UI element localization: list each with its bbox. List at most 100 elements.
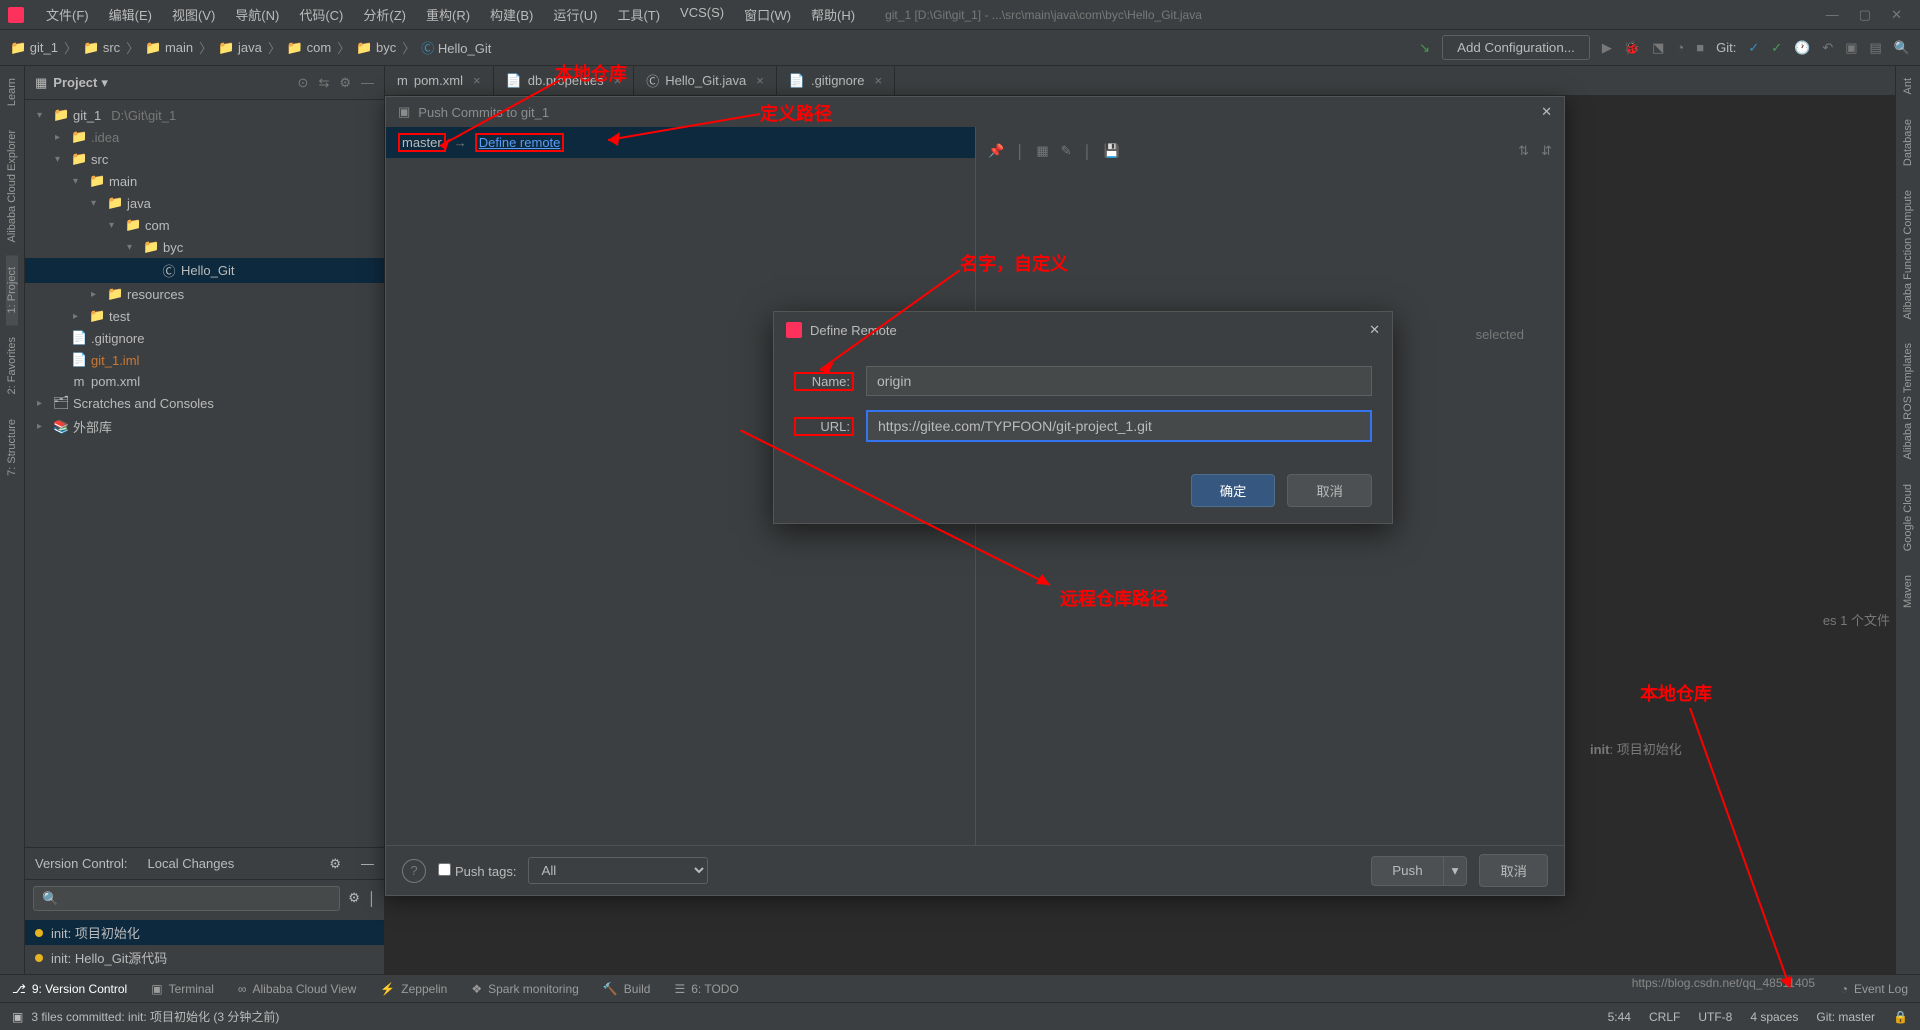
push-close-icon[interactable]: ✕	[1541, 104, 1552, 120]
bottom-tool-button[interactable]: ⎇9: Version Control	[12, 982, 127, 996]
gutter-tab[interactable]: Ant	[1902, 66, 1914, 107]
define-remote-link[interactable]: Define remote	[479, 135, 561, 150]
gutter-tab[interactable]: Database	[1902, 107, 1914, 178]
menu-item[interactable]: 运行(U)	[543, 1, 607, 28]
project-arrow-icon[interactable]: ▦	[35, 75, 47, 91]
push-dropdown-button[interactable]: ▾	[1443, 856, 1468, 886]
menu-item[interactable]: 分析(Z)	[353, 1, 416, 28]
push-tags-checkbox-label[interactable]: Push tags:	[438, 863, 516, 879]
status-item[interactable]: 5:44	[1608, 1010, 1631, 1024]
breadcrumb-item[interactable]: 📁 com	[287, 40, 331, 56]
define-close-icon[interactable]: ✕	[1369, 322, 1380, 338]
push-tags-checkbox[interactable]	[438, 863, 451, 876]
breadcrumb-item[interactable]: 📁 src	[83, 40, 120, 56]
vc-gear-icon[interactable]: ⚙	[329, 856, 341, 872]
tree-item[interactable]: ▾📁byc	[25, 236, 384, 258]
tree-item[interactable]: ▸📁test	[25, 305, 384, 327]
push-button[interactable]: Push	[1371, 856, 1442, 886]
tree-item[interactable]: ▸📚外部库	[25, 414, 384, 439]
breadcrumb-item[interactable]: 📁 java	[218, 40, 262, 56]
rollback-icon[interactable]: ↶	[1822, 40, 1833, 56]
coverage-icon[interactable]: ⬔	[1652, 40, 1664, 56]
pin-icon[interactable]: 📌	[988, 143, 1004, 159]
bottom-tool-button[interactable]: ⚡Zeppelin	[380, 982, 447, 996]
gear-icon[interactable]: ⚙	[339, 75, 351, 91]
profiler-icon[interactable]: ◔	[1676, 40, 1684, 55]
editor-tab[interactable]: 📄db.properties×	[494, 66, 635, 95]
cancel-button[interactable]: 取消	[1287, 474, 1372, 507]
gutter-tab[interactable]: 7: Structure	[6, 407, 18, 488]
tree-item[interactable]: ▾📁main	[25, 170, 384, 192]
dropdown-icon[interactable]: ▾	[101, 75, 108, 91]
help-icon[interactable]: ?	[402, 859, 426, 883]
avatar-icon[interactable]: ▣	[1845, 40, 1857, 56]
minimize-icon[interactable]: —	[1826, 7, 1839, 23]
menu-item[interactable]: 导航(N)	[225, 1, 289, 28]
breadcrumb-item[interactable]: 📁 byc	[356, 40, 396, 56]
git-update-icon[interactable]: ✓	[1748, 40, 1759, 56]
status-item[interactable]: 4 spaces	[1750, 1010, 1798, 1024]
stop-icon[interactable]: ■	[1696, 40, 1704, 55]
gutter-tab[interactable]: Google Cloud	[1902, 472, 1914, 563]
hide-icon[interactable]: —	[361, 75, 374, 91]
maximize-icon[interactable]: ▢	[1859, 7, 1871, 23]
tree-item[interactable]: ▾📁src	[25, 148, 384, 170]
editor-tab[interactable]: 📄.gitignore×	[777, 66, 895, 95]
tree-item[interactable]: ▾📁git_1D:\Git\git_1	[25, 104, 384, 126]
breadcrumb-item[interactable]: 📁 git_1	[10, 40, 58, 56]
git-commit-icon[interactable]: ✓	[1771, 40, 1782, 56]
bottom-tool-button[interactable]: 🔨Build	[603, 982, 651, 996]
status-item[interactable]: Git: master	[1816, 1010, 1875, 1024]
vc-commit-item[interactable]: init: Hello_Git源代码	[25, 945, 384, 970]
edit-icon[interactable]: ✎	[1061, 143, 1072, 159]
debug-icon[interactable]: 🐞	[1624, 40, 1640, 56]
vc-filter-icon[interactable]: ⚙	[348, 890, 360, 906]
tree-item[interactable]: ▾📁java	[25, 192, 384, 214]
url-input[interactable]	[866, 410, 1372, 442]
status-item[interactable]: UTF-8	[1698, 1010, 1732, 1024]
tree-item[interactable]: 📄git_1.iml	[25, 349, 384, 371]
bottom-tool-button[interactable]: ∞Alibaba Cloud View	[238, 982, 356, 996]
lock-icon[interactable]: 🔒	[1893, 1010, 1908, 1024]
tree-item[interactable]: ▸🗂Scratches and Consoles	[25, 392, 384, 414]
menu-item[interactable]: 帮助(H)	[801, 1, 865, 28]
gutter-tab[interactable]: Learn	[6, 66, 18, 118]
menu-item[interactable]: 代码(C)	[289, 1, 353, 28]
gutter-tab[interactable]: Maven	[1902, 563, 1914, 620]
gutter-tab[interactable]: Alibaba Function Compute	[1902, 178, 1914, 332]
status-item[interactable]: CRLF	[1649, 1010, 1680, 1024]
bottom-tool-button[interactable]: ▣Terminal	[151, 982, 214, 996]
close-icon[interactable]: ✕	[1891, 7, 1902, 23]
target-icon[interactable]: ⊙	[298, 75, 309, 91]
gutter-tab[interactable]: 2: Favorites	[6, 325, 18, 406]
gutter-tab[interactable]: Alibaba Cloud Explorer	[6, 118, 18, 255]
menu-item[interactable]: 工具(T)	[607, 1, 670, 28]
tree-item[interactable]: ▸📁.idea	[25, 126, 384, 148]
ok-button[interactable]: 确定	[1191, 474, 1276, 507]
name-input[interactable]	[866, 366, 1372, 396]
grid-icon[interactable]: ▦	[1036, 143, 1048, 159]
status-icon[interactable]: ▣	[12, 1010, 23, 1024]
menu-item[interactable]: 构建(B)	[480, 1, 543, 28]
save-icon[interactable]: 💾	[1104, 143, 1120, 159]
editor-tab[interactable]: ⒸHello_Git.java×	[634, 66, 777, 95]
hammer-icon[interactable]: ↘	[1419, 40, 1430, 56]
history-icon[interactable]: 🕐	[1794, 40, 1810, 56]
vc-search-input[interactable]	[33, 886, 340, 911]
run-config-button[interactable]: Add Configuration...	[1442, 35, 1590, 60]
run-icon[interactable]: ▶	[1602, 40, 1612, 56]
breadcrumb-item[interactable]: 📁 main	[145, 40, 193, 56]
breadcrumb-item[interactable]: Ⓒ Hello_Git	[421, 38, 491, 57]
push-tags-select[interactable]: All	[528, 857, 708, 884]
tree-item[interactable]: 📄.gitignore	[25, 327, 384, 349]
editor-tab[interactable]: mpom.xml×	[385, 66, 494, 95]
menu-item[interactable]: 窗口(W)	[734, 1, 801, 28]
menu-item[interactable]: VCS(S)	[670, 1, 734, 28]
vc-commit-item[interactable]: init: 项目初始化	[25, 920, 384, 945]
push-branch-row[interactable]: master → Define remote	[386, 127, 975, 158]
ide-settings-icon[interactable]: ▤	[1870, 40, 1882, 56]
tree-item[interactable]: ⒸHello_Git	[25, 258, 384, 283]
expand-icon[interactable]: ⇅	[1518, 143, 1529, 159]
search-icon[interactable]: 🔍	[1894, 40, 1910, 56]
collapse-icon[interactable]: ⇆	[318, 75, 329, 91]
